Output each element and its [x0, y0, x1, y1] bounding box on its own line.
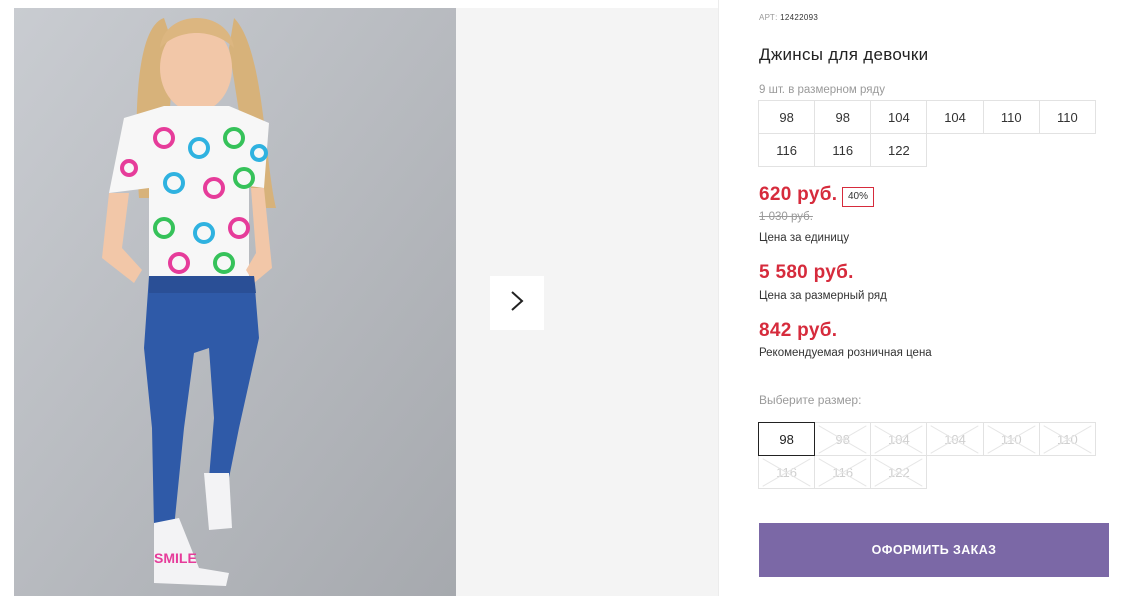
- size-row-cell: 98: [758, 100, 816, 134]
- size-row-grid: 98 98 104 104 110 110 116 116 122: [758, 100, 1101, 167]
- size-option-116-disabled: 116: [814, 455, 872, 489]
- size-row-cell: 104: [870, 100, 928, 134]
- article-number: АРТ: 12422093: [759, 13, 819, 22]
- row-price: 5 580 руб.: [759, 262, 854, 283]
- size-option-98-disabled: 98: [814, 422, 872, 456]
- size-row-cell: 116: [758, 133, 816, 167]
- svg-text:SMILE: SMILE: [154, 550, 197, 566]
- size-option-110-disabled: 110: [1038, 422, 1096, 456]
- product-gallery: SMILE: [14, 8, 718, 596]
- unit-price: 620 руб.: [759, 184, 838, 205]
- row-price-label: Цена за размерный ряд: [759, 290, 887, 302]
- size-row-cell: 104: [926, 100, 984, 134]
- size-row-cell: 110: [982, 100, 1040, 134]
- size-row-cell: 116: [814, 133, 872, 167]
- retail-price: 842 руб.: [759, 320, 838, 341]
- size-option-122-disabled: 122: [870, 455, 928, 489]
- unit-price-label: Цена за единицу: [759, 232, 850, 244]
- chevron-right-icon: [510, 290, 524, 317]
- product-title: Джинсы для девочки: [759, 45, 929, 64]
- size-row-cell: 98: [814, 100, 872, 134]
- size-row-note: 9 шт. в размерном ряду: [759, 84, 885, 96]
- place-order-button[interactable]: ОФОРМИТЬ ЗАКАЗ: [759, 523, 1109, 577]
- choose-size-label: Выберите размер:: [759, 393, 862, 407]
- size-row-cell: 110: [1038, 100, 1096, 134]
- gallery-divider: [718, 0, 719, 596]
- old-price: 1 030 руб.: [759, 211, 813, 223]
- article-value: 12422093: [780, 13, 819, 22]
- discount-badge: 40%: [842, 187, 875, 207]
- product-photo[interactable]: SMILE: [14, 8, 456, 596]
- size-option-98[interactable]: 98: [758, 422, 816, 456]
- size-option-110-disabled: 110: [982, 422, 1040, 456]
- size-option-116-disabled: 116: [758, 455, 816, 489]
- retail-price-label: Рекомендуемая розничная цена: [759, 347, 932, 359]
- size-option-104-disabled: 104: [926, 422, 984, 456]
- size-selector: 98 98 104 104 110 110 116 116 122: [758, 422, 1101, 489]
- size-row-cell: 122: [870, 133, 928, 167]
- next-image-button[interactable]: [490, 276, 544, 330]
- size-option-104-disabled: 104: [870, 422, 928, 456]
